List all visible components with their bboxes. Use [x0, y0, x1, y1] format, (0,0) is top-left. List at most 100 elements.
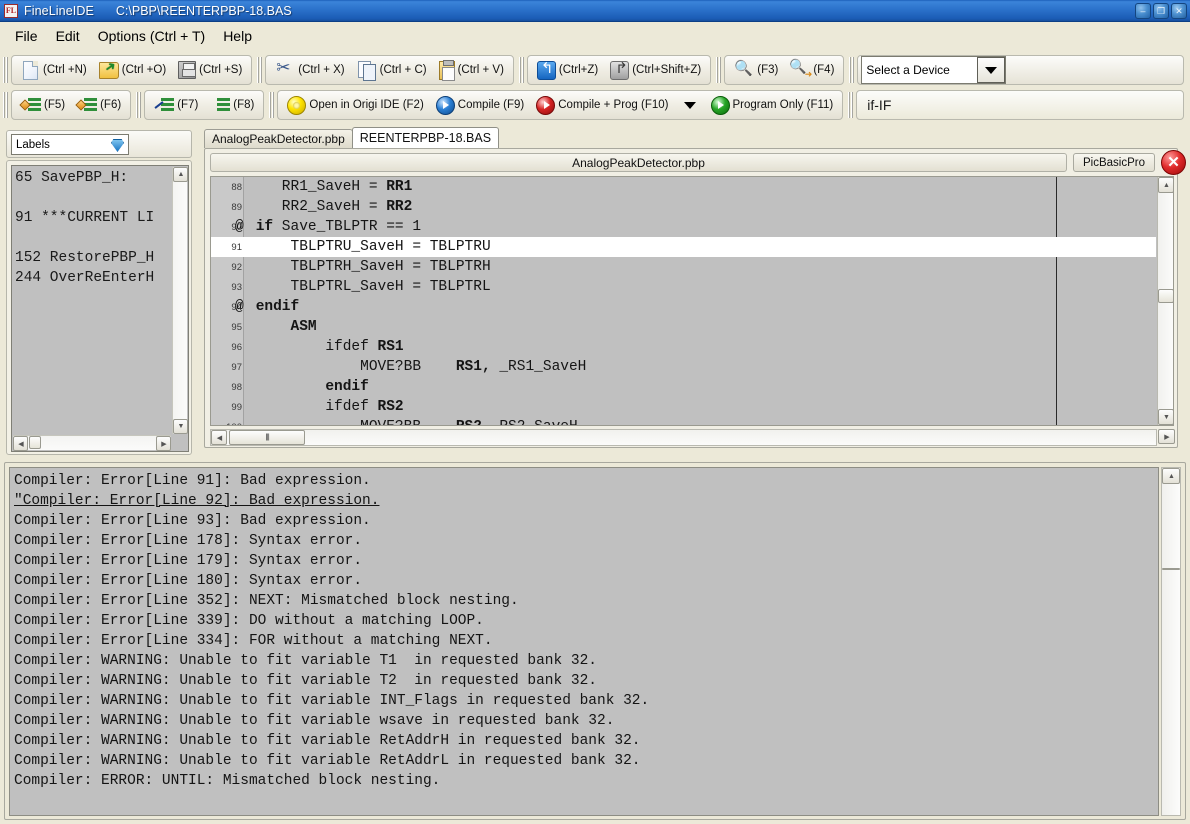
- active-file-bar[interactable]: AnalogPeakDetector.pbp: [210, 153, 1067, 172]
- output-line[interactable]: Compiler: WARNING: Unable to fit variabl…: [14, 711, 649, 731]
- code-line[interactable]: 90@ if Save_TBLPTR == 1: [211, 217, 1156, 237]
- editor-horizontal-scrollbar[interactable]: ◀ ||||: [210, 429, 1157, 446]
- list-item[interactable]: [15, 228, 172, 248]
- find-button[interactable]: (F3): [728, 57, 784, 83]
- list-item[interactable]: 65 SavePBP_H:: [15, 168, 172, 188]
- menu-edit[interactable]: Edit: [47, 25, 89, 47]
- list-item[interactable]: 91 ***CURRENT LI: [15, 208, 172, 228]
- close-icon[interactable]: ✕: [1171, 3, 1187, 19]
- redo-button[interactable]: (Ctrl+Shift+Z): [604, 57, 707, 83]
- editor-v-scroll-thumb[interactable]: [1158, 289, 1174, 303]
- compile-and-program-button[interactable]: Compile + Prog (F10): [530, 92, 674, 118]
- output-line[interactable]: Compiler: WARNING: Unable to fit variabl…: [14, 731, 649, 751]
- chevron-down-icon[interactable]: [977, 57, 1005, 83]
- scroll-right-icon[interactable]: ▶: [1158, 429, 1175, 444]
- output-line[interactable]: Compiler: ERROR: UNTIL: Mismatched block…: [14, 771, 649, 791]
- code-line[interactable]: 100 MOVE?BB RS2, RS2_SaveH: [211, 417, 1156, 426]
- find-next-button[interactable]: (F4): [784, 57, 840, 83]
- output-line[interactable]: Compiler: WARNING: Unable to fit variabl…: [14, 671, 649, 691]
- output-line[interactable]: Compiler: WARNING: Unable to fit variabl…: [14, 691, 649, 711]
- output-vertical-scrollbar[interactable]: ▲: [1161, 467, 1181, 816]
- labels-h-scroll-thumb[interactable]: [29, 436, 41, 449]
- toolbar-grip[interactable]: [135, 92, 142, 118]
- output-line[interactable]: Compiler: Error[Line 334]: FOR without a…: [14, 631, 649, 651]
- output-line[interactable]: Compiler: Error[Line 339]: DO without a …: [14, 611, 649, 631]
- output-line[interactable]: Compiler: Error[Line 93]: Bad expression…: [14, 511, 649, 531]
- uncomment-button[interactable]: (F8): [204, 92, 260, 118]
- output-line-selected[interactable]: "Compiler: Error[Line 92]: Bad expressio…: [14, 491, 649, 511]
- device-select[interactable]: Select a Device: [861, 56, 1006, 84]
- toolbar-grip[interactable]: [2, 57, 9, 83]
- code-line[interactable]: 94@ endif: [211, 297, 1156, 317]
- output-line[interactable]: Compiler: Error[Line 180]: Syntax error.: [14, 571, 649, 591]
- toolbar-grip[interactable]: [848, 57, 855, 83]
- toolbar-grip[interactable]: [518, 57, 525, 83]
- output-v-scroll-thumb[interactable]: [1162, 568, 1180, 570]
- code-line[interactable]: 93 TBLPTRL_SaveH = TBLPTRL: [211, 277, 1156, 297]
- code-line[interactable]: 96 ifdef RS1: [211, 337, 1156, 357]
- menu-help[interactable]: Help: [214, 25, 261, 47]
- chevron-down-icon[interactable]: [684, 102, 696, 109]
- diamond-dropdown-icon[interactable]: [111, 139, 124, 152]
- scroll-left-icon[interactable]: ◀: [13, 436, 28, 451]
- toolbar-grip[interactable]: [847, 92, 854, 118]
- code-line[interactable]: 95 ASM: [211, 317, 1156, 337]
- code-line[interactable]: 98 endif: [211, 377, 1156, 397]
- scroll-right-icon[interactable]: ▶: [156, 436, 171, 451]
- scroll-down-icon[interactable]: ▼: [173, 419, 188, 434]
- editor-h-scroll-thumb[interactable]: ||||: [229, 430, 305, 445]
- open-in-original-ide-button[interactable]: Open in Origi IDE (F2): [281, 92, 429, 118]
- list-item[interactable]: 244 OverReEnterH: [15, 268, 172, 288]
- save-file-button[interactable]: (Ctrl +S): [172, 57, 248, 83]
- tab-analogpeakdetector[interactable]: AnalogPeakDetector.pbp: [204, 129, 353, 148]
- compile-button[interactable]: Compile (F9): [430, 92, 530, 118]
- toolbar-grip[interactable]: [2, 92, 9, 118]
- output-line[interactable]: Compiler: WARNING: Unable to fit variabl…: [14, 651, 649, 671]
- comment-button[interactable]: (F7): [148, 92, 204, 118]
- program-only-button[interactable]: Program Only (F11): [705, 92, 840, 118]
- language-button[interactable]: PicBasicPro: [1073, 153, 1155, 172]
- bookmark-next-button[interactable]: (F6): [71, 92, 127, 118]
- tab-reenterpbp[interactable]: REENTERPBP-18.BAS: [352, 127, 499, 148]
- bookmark-prev-button[interactable]: (F5): [15, 92, 71, 118]
- open-file-button[interactable]: (Ctrl +O): [93, 57, 172, 83]
- list-item[interactable]: 152 RestorePBP_H: [15, 248, 172, 268]
- code-line[interactable]: 89 RR2_SaveH = RR2: [211, 197, 1156, 217]
- labels-list[interactable]: 65 SavePBP_H: 91 ***CURRENT LI 152 Resto…: [11, 165, 189, 452]
- code-editor[interactable]: 88 RR1_SaveH = RR189 RR2_SaveH = RR290@ …: [210, 176, 1174, 426]
- cut-button[interactable]: (Ctrl + X): [269, 57, 350, 83]
- labels-horizontal-scrollbar[interactable]: ◀ ▶: [13, 435, 171, 450]
- close-file-icon[interactable]: ✕: [1161, 150, 1186, 175]
- toolbar-grip[interactable]: [268, 92, 275, 118]
- output-line[interactable]: Compiler: Error[Line 91]: Bad expression…: [14, 471, 649, 491]
- minimize-icon[interactable]: –: [1135, 3, 1151, 19]
- code-line[interactable]: 97 MOVE?BB RS1, _RS1_SaveH: [211, 357, 1156, 377]
- code-line[interactable]: 88 RR1_SaveH = RR1: [211, 177, 1156, 197]
- code-line[interactable]: 92 TBLPTRH_SaveH = TBLPTRH: [211, 257, 1156, 277]
- scroll-up-icon[interactable]: ▲: [1162, 468, 1180, 484]
- output-line[interactable]: Compiler: Error[Line 179]: Syntax error.: [14, 551, 649, 571]
- scroll-up-icon[interactable]: ▲: [173, 167, 188, 182]
- list-item[interactable]: [15, 188, 172, 208]
- code-line[interactable]: 99 ifdef RS2: [211, 397, 1156, 417]
- scroll-left-icon[interactable]: ◀: [211, 430, 227, 445]
- toolbar-grip[interactable]: [715, 57, 722, 83]
- output-line[interactable]: Compiler: WARNING: Unable to fit variabl…: [14, 751, 649, 771]
- toolbar-grip[interactable]: [256, 57, 263, 83]
- editor-vertical-scrollbar[interactable]: ▲ ▼: [1157, 177, 1173, 425]
- output-line[interactable]: Compiler: Error[Line 178]: Syntax error.: [14, 531, 649, 551]
- maximize-icon[interactable]: ❐: [1153, 3, 1169, 19]
- copy-button[interactable]: (Ctrl + C): [351, 57, 433, 83]
- compiler-output-box[interactable]: Compiler: Error[Line 91]: Bad expression…: [9, 467, 1159, 816]
- code-line[interactable]: 91 TBLPTRU_SaveH = TBLPTRU: [211, 237, 1156, 257]
- new-file-button[interactable]: (Ctrl +N): [15, 57, 93, 83]
- paste-button[interactable]: (Ctrl + V): [433, 57, 510, 83]
- view-mode-select[interactable]: Labels: [11, 134, 129, 155]
- labels-vertical-scrollbar[interactable]: ▲ ▼: [172, 167, 187, 434]
- menu-options[interactable]: Options (Ctrl + T): [89, 25, 215, 47]
- scroll-up-icon[interactable]: ▲: [1158, 177, 1174, 193]
- scroll-down-icon[interactable]: ▼: [1158, 409, 1174, 425]
- undo-button[interactable]: (Ctrl+Z): [531, 57, 604, 83]
- output-line[interactable]: Compiler: Error[Line 352]: NEXT: Mismatc…: [14, 591, 649, 611]
- menu-file[interactable]: File: [6, 25, 47, 47]
